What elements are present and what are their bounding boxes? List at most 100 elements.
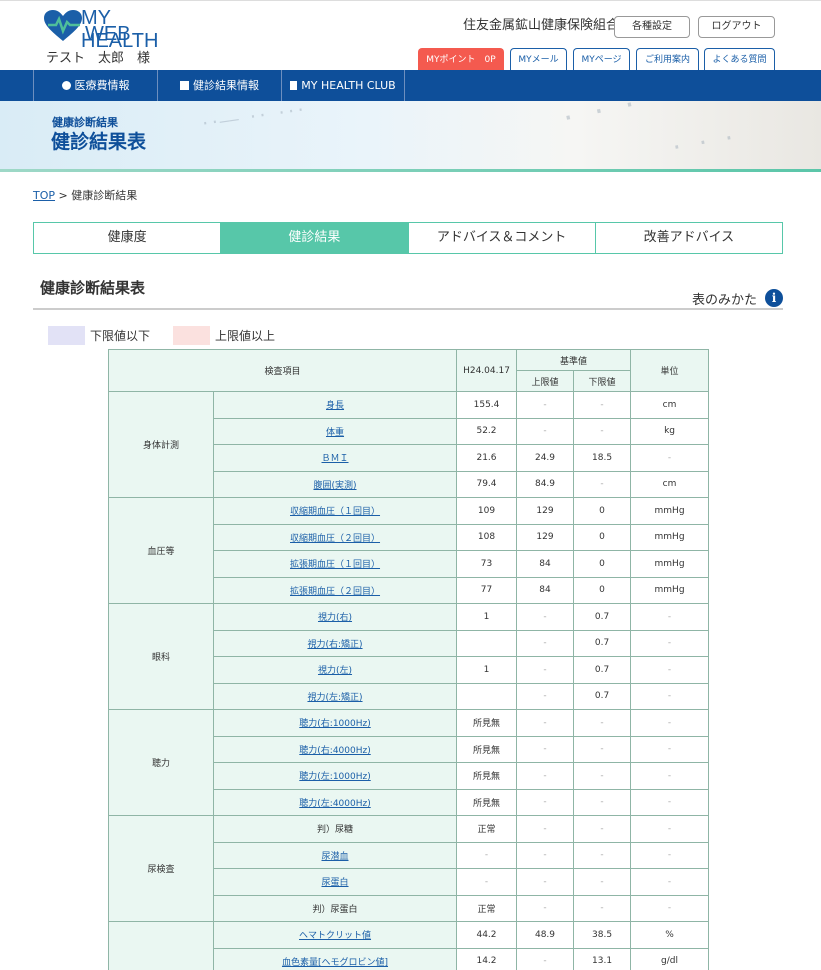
item-cell: 視力(左) xyxy=(212,656,458,684)
legend-lower-label: 下限値以下 xyxy=(90,329,151,343)
upper-limit-cell: 84 xyxy=(516,576,575,604)
value-cell: 73 xyxy=(456,550,518,578)
table-row: ヘマトクリット値 44.2 48.9 38.5% xyxy=(108,921,710,970)
value-cell: 正常 xyxy=(456,894,518,922)
breadcrumb-top-link[interactable]: TOP xyxy=(33,189,55,202)
lower-limit-cell: - xyxy=(573,391,632,419)
lower-limit-cell: 0 xyxy=(573,497,632,525)
lower-limit-cell: - xyxy=(573,815,632,843)
header-lower: 下限値 xyxy=(573,370,632,392)
item-cell: 聴力(右:4000Hz) xyxy=(212,735,458,763)
value-cell: 正常 xyxy=(456,815,518,843)
item-link[interactable]: 収縮期血圧（２回目） xyxy=(290,534,380,544)
item-link[interactable]: 血色素量[ヘモグロビン値] xyxy=(282,958,388,968)
unit-cell: - xyxy=(630,788,710,816)
unit-cell: - xyxy=(630,444,710,472)
upper-limit-cell: - xyxy=(516,629,575,657)
category-cell xyxy=(108,921,214,970)
logo[interactable]: MY HEALTH WEB xyxy=(43,7,193,52)
value-cell: 79.4 xyxy=(456,470,518,498)
upper-limit-cell: - xyxy=(516,815,575,843)
bookmark-icon xyxy=(290,81,298,90)
item-link[interactable]: 聴力(右:4000Hz) xyxy=(299,746,370,756)
upper-limit-cell: - xyxy=(516,868,575,896)
legend-upper-label: 上限値以上 xyxy=(215,329,276,343)
item-link[interactable]: 聴力(左:4000Hz) xyxy=(299,799,370,809)
item-link[interactable]: 腹囲(実測) xyxy=(313,481,356,491)
info-icon[interactable]: i xyxy=(765,289,783,307)
tab-checkup-results[interactable]: 健診結果 xyxy=(221,223,409,253)
item-link[interactable]: 聴力(左:1000Hz) xyxy=(299,772,370,782)
item-cell: ヘマトクリット値 xyxy=(212,921,458,949)
value-cell: 155.4 xyxy=(456,391,518,419)
legend-upper-swatch xyxy=(173,326,210,345)
value-cell: 所見無 xyxy=(456,788,518,816)
value-cell xyxy=(456,682,518,710)
upper-limit-cell: 48.9 xyxy=(516,921,575,949)
tab-advice-comments[interactable]: アドバイス＆コメント xyxy=(409,223,596,253)
tab-my-mail[interactable]: MYメール xyxy=(510,48,567,70)
how-to-read-link[interactable]: 表のみかた xyxy=(692,289,757,308)
tab-health-level[interactable]: 健康度 xyxy=(34,223,222,253)
upper-limit-cell: - xyxy=(516,762,575,790)
lower-limit-cell: - xyxy=(573,735,632,763)
settings-button[interactable]: 各種設定 xyxy=(614,16,690,38)
item-link[interactable]: 拡張期血圧（２回目） xyxy=(290,587,380,597)
lower-limit-cell: - xyxy=(573,709,632,737)
header: MY HEALTH WEB テスト 太郎 様 住友金属鉱山健康保険組合 各種設定… xyxy=(0,0,821,70)
value-cell: 108 xyxy=(456,523,518,551)
upper-limit-cell: 129 xyxy=(516,523,575,551)
item-link[interactable]: 収縮期血圧（１回目） xyxy=(290,507,380,517)
item-link[interactable]: 視力(左:矯正) xyxy=(307,693,362,703)
nav-item-health-club[interactable]: MY HEALTH CLUB xyxy=(281,70,405,101)
breadcrumb-current: 健康診断結果 xyxy=(71,189,138,202)
unit-cell: - xyxy=(630,656,710,684)
tab-my-page[interactable]: MYページ xyxy=(573,48,630,70)
tab-my-points[interactable]: MYポイント 0P xyxy=(418,48,504,70)
upper-limit-cell: - xyxy=(516,788,575,816)
unit-cell: - xyxy=(630,894,710,922)
lower-limit-cell: 38.5 xyxy=(573,921,632,949)
item-link[interactable]: 拡張期血圧（１回目） xyxy=(290,560,380,570)
value-cell: 109 xyxy=(456,497,518,525)
header-date: H24.04.17 xyxy=(456,349,518,392)
breadcrumb-separator: > xyxy=(58,189,68,202)
item-cell: 判）尿蛋白 xyxy=(212,894,458,922)
breadcrumb: TOP > 健康診断結果 xyxy=(33,187,137,203)
item-link[interactable]: 尿潜血 xyxy=(322,852,349,862)
upper-limit-cell: - xyxy=(516,391,575,419)
nav-item-label: MY HEALTH CLUB xyxy=(301,79,396,92)
unit-cell: - xyxy=(630,603,710,631)
item-link[interactable]: 視力(右:矯正) xyxy=(307,640,362,650)
item-cell: 視力(右) xyxy=(212,603,458,631)
table-row: 身体計測 身長 155.4- - cm xyxy=(108,391,710,498)
item-link[interactable]: 体重 xyxy=(326,428,344,438)
banner-decoration: ··—— ·· ··· xyxy=(199,101,307,134)
value-cell: 1 xyxy=(456,656,518,684)
upper-limit-cell: - xyxy=(516,841,575,869)
item-link[interactable]: 尿蛋白 xyxy=(322,878,349,888)
tab-improvement-advice[interactable]: 改善アドバイス xyxy=(596,223,782,253)
nav-item-checkup-results[interactable]: 健診結果情報 xyxy=(157,70,281,101)
item-cell: 腹囲(実測) xyxy=(212,470,458,498)
item-link[interactable]: 視力(右) xyxy=(318,613,352,623)
unit-cell: kg xyxy=(630,417,710,445)
tab-faq[interactable]: よくある質問 xyxy=(704,48,775,70)
logout-button[interactable]: ログアウト xyxy=(698,16,775,38)
nav-item-medical-costs[interactable]: 医療費情報 xyxy=(33,70,157,101)
value-cell: - xyxy=(456,868,518,896)
upper-limit-cell: - xyxy=(516,894,575,922)
value-cell: 1 xyxy=(456,603,518,631)
item-link[interactable]: ＢＭＩ xyxy=(322,454,349,464)
item-link[interactable]: 身長 xyxy=(326,401,344,411)
result-tabs: 健康度 健診結果 アドバイス＆コメント 改善アドバイス xyxy=(33,222,783,254)
item-link[interactable]: ヘマトクリット値 xyxy=(299,931,371,941)
tab-guide[interactable]: ご利用案内 xyxy=(636,48,699,70)
table-row: 聴力 聴力(右:1000Hz) 所見無 - - - xyxy=(108,709,710,816)
page-title: 健診結果表 xyxy=(51,131,147,153)
section-divider xyxy=(33,308,783,310)
item-link[interactable]: 聴力(右:1000Hz) xyxy=(299,719,370,729)
banner-decoration: · · · xyxy=(557,101,641,135)
upper-limit-cell: 24.9 xyxy=(516,444,575,472)
item-link[interactable]: 視力(左) xyxy=(318,666,352,676)
